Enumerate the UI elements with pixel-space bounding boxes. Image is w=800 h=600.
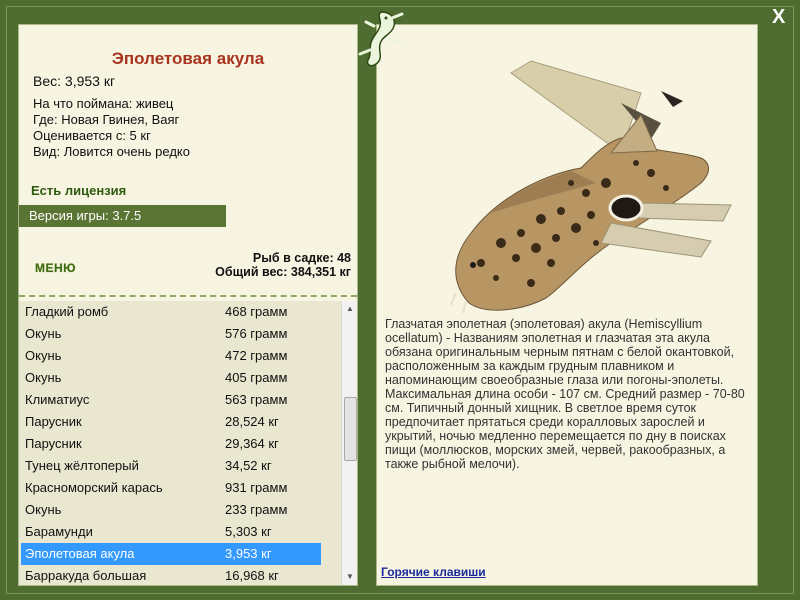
fish-info-panel: Эполетовая акула Вес: 3,953 кг На что по… bbox=[18, 24, 358, 586]
fish-list-row[interactable]: Климатиус 563 грамм bbox=[21, 389, 321, 411]
fish-list-row[interactable]: Окунь 576 грамм bbox=[21, 323, 321, 345]
fish-rating: Оценивается с: 5 кг bbox=[33, 128, 151, 143]
fish-location: Где: Новая Гвинея, Ваяг bbox=[33, 112, 180, 127]
close-icon[interactable]: X bbox=[772, 6, 785, 29]
fish-list-name: Красноморский карась bbox=[25, 480, 163, 495]
fish-list-row[interactable]: Барамунди 5,303 кг bbox=[21, 521, 321, 543]
fish-list-weight: 563 грамм bbox=[225, 392, 288, 407]
scrollbar-thumb[interactable] bbox=[344, 397, 357, 461]
fish-list-row[interactable]: Окунь 233 грамм bbox=[21, 499, 321, 521]
fish-list-name: Эполетовая акула bbox=[25, 546, 135, 561]
scroll-down-arrow-icon[interactable]: ▼ bbox=[342, 569, 357, 585]
fish-list-row[interactable]: Барракуда большая 16,968 кг bbox=[21, 565, 321, 585]
scroll-up-arrow-icon[interactable]: ▲ bbox=[342, 301, 357, 317]
fish-list-weight: 468 грамм bbox=[225, 304, 288, 319]
fish-list-weight: 576 грамм bbox=[225, 326, 288, 341]
fish-description: Глазчатая эполетная (эполетовая) акула (… bbox=[385, 317, 745, 471]
fish-count: Рыб в садке: 48 bbox=[252, 251, 351, 265]
fish-weight: Вес: 3,953 кг bbox=[33, 73, 116, 89]
fish-list-name: Барамунди bbox=[25, 524, 93, 539]
version-bar: Версия игры: 3.7.5 bbox=[19, 205, 226, 227]
fish-list-weight: 29,364 кг bbox=[225, 436, 279, 451]
fish-bait: На что поймана: живец bbox=[33, 96, 174, 111]
fish-list-row[interactable]: Парусник 29,364 кг bbox=[21, 433, 321, 455]
gecko-logo-icon bbox=[358, 11, 404, 67]
fish-list-row[interactable]: Гладкий ромб 468 грамм bbox=[21, 301, 321, 323]
fish-list-weight: 28,524 кг bbox=[225, 414, 279, 429]
hotkeys-link[interactable]: Горячие клавиши bbox=[381, 565, 486, 579]
fish-list-name: Гладкий ромб bbox=[25, 304, 109, 319]
fish-list-name: Климатиус bbox=[25, 392, 90, 407]
fish-list-weight: 233 грамм bbox=[225, 502, 288, 517]
fish-list-name: Окунь bbox=[25, 370, 62, 385]
fish-list-name: Окунь bbox=[25, 502, 62, 517]
fish-list-row[interactable]: Окунь 405 грамм bbox=[21, 367, 321, 389]
fish-list-row[interactable]: Красноморский карась 931 грамм bbox=[21, 477, 321, 499]
fish-list-row[interactable]: Тунец жёлтоперый 34,52 кг bbox=[21, 455, 321, 477]
fish-list-name: Тунец жёлтоперый bbox=[25, 458, 139, 473]
fish-list-weight: 16,968 кг bbox=[225, 568, 279, 583]
menu-button[interactable]: МЕНЮ bbox=[35, 261, 76, 275]
total-weight: Общий вес: 384,351 кг bbox=[215, 265, 351, 279]
fish-list-weight: 34,52 кг bbox=[225, 458, 272, 473]
divider bbox=[19, 295, 357, 297]
fish-detail-panel: Глазчатая эполетная (эполетовая) акула (… bbox=[376, 24, 758, 586]
fish-list-row[interactable]: Парусник 28,524 кг bbox=[21, 411, 321, 433]
fish-list-name: Парусник bbox=[25, 436, 82, 451]
shark-image bbox=[450, 60, 732, 313]
fish-list-weight: 472 грамм bbox=[225, 348, 288, 363]
fish-list-name: Окунь bbox=[25, 348, 62, 363]
fish-list-row[interactable]: Окунь 472 грамм bbox=[21, 345, 321, 367]
fish-list-name: Барракуда большая bbox=[25, 568, 147, 583]
fish-title: Эполетовая акула bbox=[111, 49, 265, 68]
fish-list-row[interactable]: Эполетовая акула 3,953 кг bbox=[21, 543, 321, 565]
fish-list-weight: 5,303 кг bbox=[225, 524, 272, 539]
fish-list[interactable]: Гладкий ромб 468 грамм Окунь 576 грамм Окунь… bbox=[19, 301, 341, 585]
fish-list-weight: 931 грамм bbox=[225, 480, 288, 495]
fish-list-name: Окунь bbox=[25, 326, 62, 341]
scrollbar[interactable]: ▲ ▼ bbox=[341, 301, 357, 585]
fish-list-weight: 405 грамм bbox=[225, 370, 288, 385]
fish-list-weight: 3,953 кг bbox=[225, 546, 272, 561]
fish-list-name: Парусник bbox=[25, 414, 82, 429]
license-status: Есть лицензия bbox=[31, 183, 127, 198]
catch-stats: Рыб в садке: 48 Общий вес: 384,351 кг bbox=[215, 251, 351, 279]
fish-rarity: Вид: Ловится очень редко bbox=[33, 144, 190, 159]
